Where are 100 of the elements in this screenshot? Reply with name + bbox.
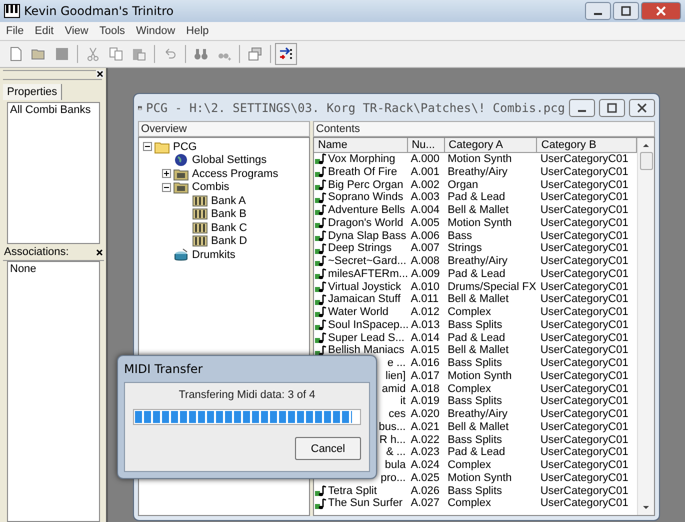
table-cell[interactable]: Soprano Winds xyxy=(314,191,408,204)
tree-item[interactable]: Access Programs xyxy=(191,168,280,180)
copy-icon[interactable] xyxy=(108,46,124,62)
table-cell[interactable]: milesAFTERm... xyxy=(314,268,408,280)
table-cell[interactable]: UserCategoryC01 xyxy=(537,230,637,242)
menu-item[interactable]: Window xyxy=(136,25,176,37)
minimize-button[interactable] xyxy=(569,98,595,116)
window-icon[interactable] xyxy=(247,46,263,62)
menu-item[interactable]: View xyxy=(64,25,88,37)
close-button[interactable] xyxy=(629,98,655,116)
table-cell[interactable]: Tetra Split xyxy=(314,484,408,498)
table-cell[interactable]: it xyxy=(400,395,408,408)
maximize-button[interactable] xyxy=(599,98,625,116)
table-cell[interactable]: A.014 xyxy=(408,332,445,344)
table-cell[interactable]: Vox Morphing xyxy=(314,153,408,166)
table-cell[interactable]: Breathy/Airy xyxy=(444,255,538,268)
table-cell[interactable]: Soul InSpacep... xyxy=(314,318,408,332)
table-cell[interactable]: Complex xyxy=(444,497,538,510)
table-cell[interactable]: UserCategoryC01 xyxy=(537,178,637,192)
table-cell[interactable]: UserCategoryC01 xyxy=(537,497,637,510)
table-cell[interactable]: UserCategoryC01 xyxy=(537,459,637,472)
table-cell[interactable]: UserCategoryC01 xyxy=(537,318,637,332)
column-header[interactable]: Nu... xyxy=(408,138,445,153)
menu-item[interactable]: Edit xyxy=(34,25,54,37)
minimize-button[interactable] xyxy=(585,2,611,20)
table-cell[interactable]: ces xyxy=(388,408,408,421)
table-cell[interactable]: A.009 xyxy=(408,268,445,280)
expander-toggle[interactable] xyxy=(162,169,171,178)
tree-item[interactable]: Drumkits xyxy=(191,248,236,261)
menu-item[interactable]: Tools xyxy=(99,25,126,37)
table-cell[interactable]: UserCategoryC01 xyxy=(537,204,637,217)
table-cell[interactable]: UserCategoryC01 xyxy=(537,472,637,484)
table-cell[interactable]: A.026 xyxy=(408,484,445,498)
table-cell[interactable]: Breathy/Airy xyxy=(444,166,538,178)
column-header[interactable]: Name xyxy=(314,138,408,153)
close-button[interactable] xyxy=(641,2,681,20)
table-cell[interactable]: Motion Synth xyxy=(444,153,538,166)
table-cell[interactable]: bula xyxy=(384,459,408,472)
expander-toggle[interactable] xyxy=(162,182,171,192)
table-cell[interactable]: A.007 xyxy=(408,242,445,255)
table-cell[interactable]: A.022 xyxy=(408,434,445,446)
scrollbar[interactable] xyxy=(637,138,654,515)
table-cell[interactable]: A.000 xyxy=(408,153,445,166)
table-cell[interactable]: Bass Splits xyxy=(444,484,538,498)
table-cell[interactable]: Dragon's World xyxy=(314,216,408,230)
table-cell[interactable]: Complex xyxy=(444,459,538,472)
menu-item[interactable]: Help xyxy=(186,25,209,37)
table-cell[interactable]: UserCategoryC01 xyxy=(537,191,637,204)
table-cell[interactable]: Dyna Slap Bass xyxy=(314,230,408,242)
table-cell[interactable]: Big Perc Organ xyxy=(314,178,408,192)
table-cell[interactable]: Breathy/Airy xyxy=(444,408,538,421)
table-cell[interactable]: Drums/Special FX xyxy=(444,280,538,294)
table-cell[interactable]: A.001 xyxy=(408,166,445,178)
table-cell[interactable]: A.027 xyxy=(408,497,445,510)
cancel-button[interactable]: Cancel xyxy=(295,437,361,460)
table-cell[interactable]: A.011 xyxy=(408,293,445,306)
table-cell[interactable]: UserCategoryC01 xyxy=(537,420,637,434)
close-icon[interactable] xyxy=(96,70,104,78)
table-cell[interactable]: A.015 xyxy=(408,344,445,357)
table-cell[interactable]: Motion Synth xyxy=(444,216,538,230)
table-cell[interactable]: UserCategoryC01 xyxy=(537,268,637,280)
table-cell[interactable]: The Sun Surfer xyxy=(314,497,408,510)
column-header[interactable]: Category B xyxy=(537,138,637,153)
table-cell[interactable]: UserCategoryC01 xyxy=(537,306,637,319)
tree-item[interactable]: Bank D xyxy=(210,235,248,248)
table-cell[interactable]: Jamaican Stuff xyxy=(314,293,408,306)
table-cell[interactable]: Bell & Mallet xyxy=(444,204,538,217)
table-cell[interactable]: UserCategoryC01 xyxy=(537,434,637,446)
table-cell[interactable]: A.005 xyxy=(408,216,445,230)
properties-tab[interactable]: Properties xyxy=(3,84,62,100)
table-cell[interactable]: A.003 xyxy=(408,191,445,204)
table-cell[interactable]: Pad & Lead xyxy=(444,446,538,459)
table-cell[interactable]: A.020 xyxy=(408,408,445,421)
table-cell[interactable]: UserCategoryC01 xyxy=(537,332,637,344)
table-cell[interactable]: Bell & Mallet xyxy=(444,344,538,357)
table-cell[interactable]: A.019 xyxy=(408,395,445,408)
table-cell[interactable]: UserCategoryC01 xyxy=(537,446,637,459)
table-cell[interactable]: A.023 xyxy=(408,446,445,459)
table-cell[interactable]: & ... xyxy=(386,446,408,459)
property-item[interactable]: All Combi Banks xyxy=(8,103,99,117)
transfer-icon[interactable] xyxy=(278,46,294,62)
table-cell[interactable]: Deep Strings xyxy=(314,242,408,255)
table-cell[interactable]: Complex xyxy=(444,306,538,319)
table-cell[interactable]: Adventure Bells xyxy=(314,204,408,217)
column-header[interactable]: Category A xyxy=(444,138,538,153)
table-cell[interactable]: UserCategoryC01 xyxy=(537,357,637,370)
table-cell[interactable]: UserCategoryC01 xyxy=(537,255,637,268)
table-cell[interactable]: Motion Synth xyxy=(444,370,538,382)
table-cell[interactable]: UserCategoryC01 xyxy=(537,242,637,255)
new-file-icon[interactable] xyxy=(8,46,24,62)
table-cell[interactable]: UserCategoryC01 xyxy=(537,293,637,306)
table-cell[interactable]: Strings xyxy=(444,242,538,255)
tree-item[interactable]: PCG xyxy=(172,140,198,153)
menu-item[interactable]: File xyxy=(6,25,24,37)
table-cell[interactable]: bus... xyxy=(378,420,408,434)
table-cell[interactable]: A.016 xyxy=(408,357,445,370)
expander-toggle[interactable] xyxy=(143,142,152,152)
table-cell[interactable]: UserCategoryC01 xyxy=(537,344,637,357)
table-cell[interactable]: A.004 xyxy=(408,204,445,217)
table-cell[interactable]: UserCategoryC01 xyxy=(537,408,637,421)
